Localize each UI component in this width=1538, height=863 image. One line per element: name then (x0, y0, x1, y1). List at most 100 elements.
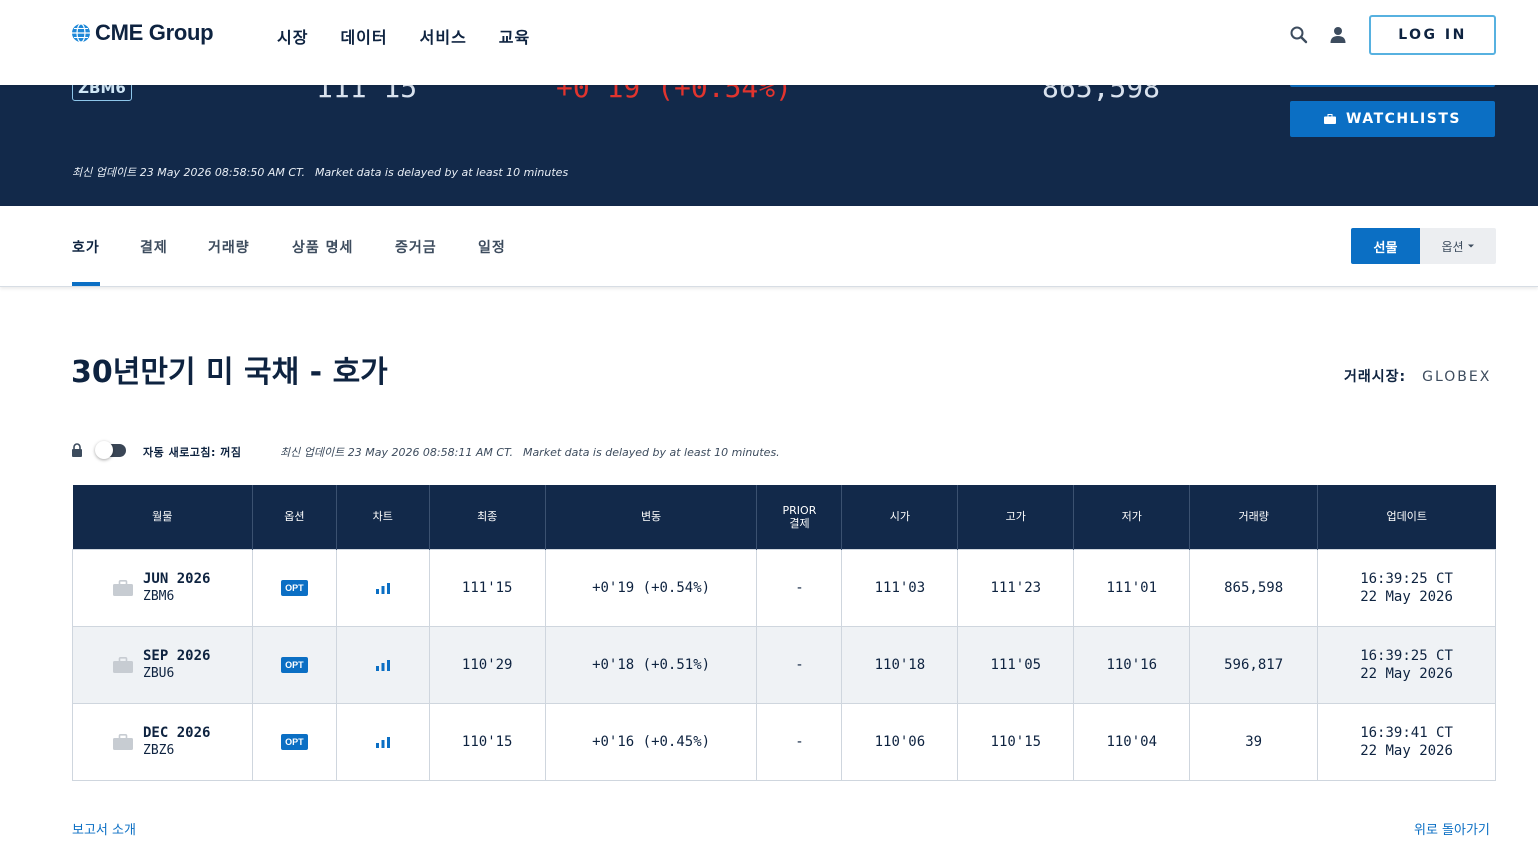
banner-delay-note: Market data is delayed by at least 10 mi… (314, 166, 569, 179)
nav-item-markets[interactable]: 시장 (277, 24, 308, 48)
header-month[interactable]: 월물 (72, 485, 253, 549)
contract-code-badge: ZBM6 (72, 85, 132, 101)
header-low: 저가 (1073, 485, 1191, 549)
open-cell: 110'06 (841, 702, 959, 781)
high-cell: 111'23 (957, 548, 1075, 627)
exchange-info: 거래시장: GLOBEX (1344, 366, 1491, 386)
tab-contract-specs[interactable]: 상품 명세 (292, 237, 353, 257)
active-tab-indicator (72, 282, 100, 286)
tab-calendar[interactable]: 일정 (478, 237, 506, 257)
volume-cell: 865,598 (1189, 548, 1319, 627)
header-chart: 차트 (336, 485, 430, 549)
exchange-label: 거래시장: (1344, 369, 1407, 385)
month-cell: SEP 2026 ZBU6 (72, 625, 253, 704)
low-cell: 110'04 (1073, 702, 1191, 781)
bar-chart-icon[interactable] (375, 659, 391, 671)
caret-down-icon (1467, 244, 1474, 248)
header-prior-line1: PRIOR (782, 503, 817, 517)
volume-cell: 39 (1189, 702, 1319, 781)
change-cell: +0'19 (+0.54%) (544, 548, 758, 627)
tab-volume[interactable]: 거래량 (208, 237, 250, 257)
nav-item-data[interactable]: 데이터 (340, 24, 387, 48)
chart-cell (335, 625, 430, 704)
briefcase-icon[interactable] (113, 733, 133, 750)
futures-toggle-button[interactable]: 선물 (1351, 228, 1420, 264)
updated-time: 16:39:25 CT (1360, 570, 1453, 587)
high-cell: 111'05 (957, 625, 1075, 704)
volume-cell: 596,817 (1189, 625, 1319, 704)
auto-refresh-toggle[interactable] (95, 441, 126, 459)
opt-button[interactable]: OPT (281, 657, 308, 673)
last-cell: 111'15 (428, 548, 546, 627)
logo-text: CME Group (95, 20, 214, 45)
watchlists-label: WATCHLISTS (1346, 111, 1461, 127)
header-high: 고가 (957, 485, 1075, 549)
briefcase-icon[interactable] (113, 579, 133, 596)
tab-settlements[interactable]: 결제 (140, 237, 168, 257)
prior-settle-cell: - (756, 625, 843, 704)
contract-code: ZBM6 (143, 588, 175, 604)
bar-chart-icon[interactable] (375, 736, 391, 748)
contract-month[interactable]: JUN 2026 (143, 570, 210, 588)
nav-item-services[interactable]: 서비스 (420, 24, 467, 48)
banner-action-button[interactable] (1290, 85, 1495, 87)
banner-change: +0'19 (+0.54%) (556, 85, 793, 104)
bar-chart-icon[interactable] (375, 582, 391, 594)
contract-month[interactable]: DEC 2026 (143, 724, 210, 742)
change-cell: +0'18 (+0.51%) (544, 625, 758, 704)
header-prior-settle: PRIOR 결제 (756, 485, 843, 549)
globe-icon (72, 23, 90, 43)
options-dropdown-button[interactable]: 옵션 (1420, 228, 1496, 264)
banner-update-text: 최신 업데이트 23 May 2026 08:58:50 AM CT. Marke… (72, 164, 568, 180)
contract-code: ZBZ6 (143, 742, 175, 758)
updated-date: 22 May 2026 (1360, 588, 1453, 605)
opt-button[interactable]: OPT (281, 734, 308, 750)
quotes-table: 월물 옵션 차트 최종 변동 PRIOR 결제 시가 고가 저가 거래량 업데이… (72, 485, 1496, 781)
options-cell: OPT (251, 625, 337, 704)
last-cell: 110'15 (428, 702, 546, 781)
updated-cell: 16:39:25 CT 22 May 2026 (1317, 548, 1496, 627)
options-dropdown-label: 옵션 (1441, 239, 1464, 254)
updated-date: 22 May 2026 (1360, 742, 1453, 759)
header-options: 옵션 (252, 485, 337, 549)
report-intro-link[interactable]: 보고서 소개 (72, 819, 136, 838)
tab-margins[interactable]: 증거금 (395, 237, 437, 257)
briefcase-icon[interactable] (113, 656, 133, 673)
table-update-text: 최신 업데이트 23 May 2026 08:58:11 AM CT. Marke… (280, 444, 780, 460)
search-icon[interactable] (1289, 25, 1309, 45)
low-cell: 111'01 (1073, 548, 1191, 627)
quote-banner: ZBM6 111'15 +0'19 (+0.54%) 865,598 WATCH… (0, 85, 1538, 206)
change-cell: +0'16 (+0.45%) (544, 702, 758, 781)
auto-refresh-label: 자동 새로고침: 꺼짐 (143, 446, 242, 459)
opt-button[interactable]: OPT (281, 580, 308, 596)
watchlists-button[interactable]: WATCHLISTS (1290, 101, 1495, 137)
updated-time: 16:39:25 CT (1360, 647, 1453, 664)
lock-icon[interactable] (71, 443, 83, 457)
nav-item-education[interactable]: 교육 (499, 24, 530, 48)
banner-last-price: 111'15 (316, 85, 418, 104)
page-title: 30년만기 미 국채 - 호가 (71, 355, 388, 390)
cme-group-logo[interactable]: CME Group (71, 20, 214, 46)
back-to-top-link[interactable]: 위로 돌아가기 (1414, 819, 1490, 838)
updated-cell: 16:39:41 CT 22 May 2026 (1317, 702, 1496, 781)
top-navigation: CME Group 시장 데이터 서비스 교육 LOG IN (0, 0, 1538, 85)
header-prior-line2: 결제 (789, 516, 810, 530)
tab-quotes[interactable]: 호가 (72, 237, 100, 257)
toggle-knob (95, 441, 113, 459)
options-cell: OPT (251, 548, 337, 627)
exchange-value: GLOBEX (1422, 369, 1492, 385)
banner-update-time: 최신 업데이트 23 May 2026 08:58:50 AM CT. (72, 166, 305, 179)
main-menu: 시장 데이터 서비스 교육 (277, 24, 530, 48)
open-cell: 110'18 (841, 625, 959, 704)
contract-code: ZBU6 (143, 665, 175, 681)
table-row: DEC 2026 ZBZ6 OPT 110'15 +0'16 (+0.45%) … (72, 702, 1496, 781)
user-icon[interactable] (1328, 25, 1348, 45)
contract-month[interactable]: SEP 2026 (143, 647, 210, 665)
login-button[interactable]: LOG IN (1369, 15, 1496, 55)
open-cell: 111'03 (841, 548, 959, 627)
low-cell: 110'16 (1073, 625, 1191, 704)
header-change: 변동 (545, 485, 758, 549)
briefcase-icon (1324, 114, 1337, 124)
table-header-row: 월물 옵션 차트 최종 변동 PRIOR 결제 시가 고가 저가 거래량 업데이… (72, 485, 1496, 549)
updated-date: 22 May 2026 (1360, 665, 1453, 682)
